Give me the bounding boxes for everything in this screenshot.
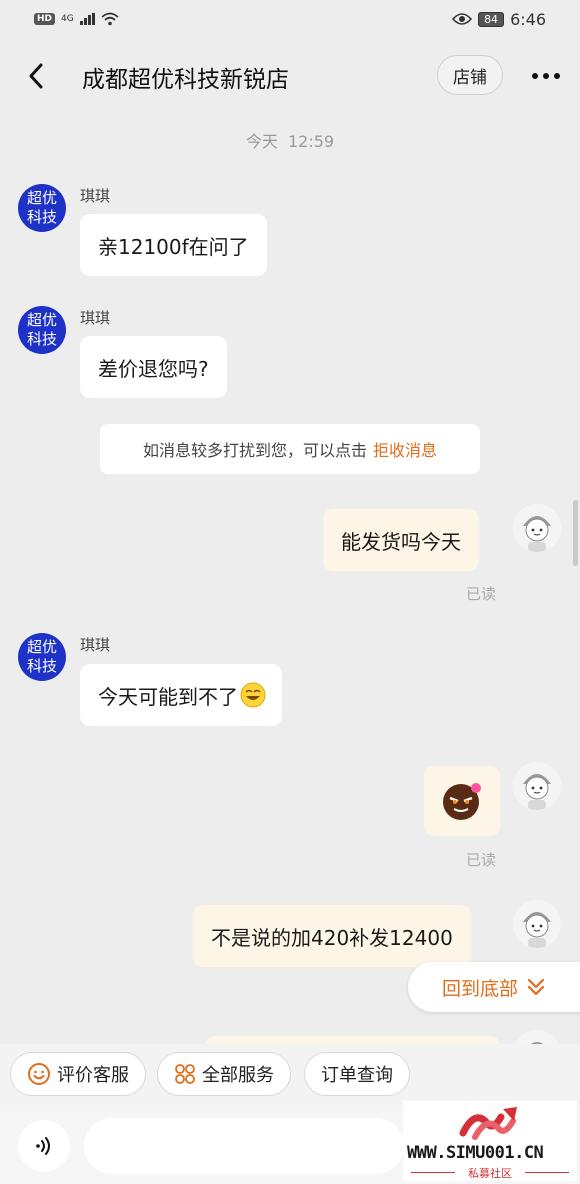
sender-name: 琪琪 — [80, 636, 111, 654]
laughing-emoji-icon — [240, 682, 266, 708]
back-button[interactable] — [20, 60, 52, 92]
shop-avatar[interactable]: 超优 科技 — [18, 184, 66, 232]
double-chevron-down-icon — [527, 978, 545, 996]
status-right: 84 6:46 — [452, 10, 546, 29]
shop-avatar[interactable]: 超优 科技 — [18, 306, 66, 354]
page-title: 成都超优科技新锐店 — [82, 67, 289, 93]
sender-name: 琪琪 — [80, 187, 111, 205]
chat-header: 成都超优科技新锐店 店铺 — [0, 38, 580, 114]
order-lookup-button[interactable]: 订单查询 — [304, 1052, 410, 1096]
user-avatar[interactable] — [513, 504, 561, 552]
wifi-icon — [101, 12, 119, 26]
all-services-button[interactable]: 全部服务 — [157, 1052, 291, 1096]
hd-badge: HD — [34, 13, 56, 25]
status-bar: HD 4G 84 6:46 — [0, 0, 580, 38]
voice-input-button[interactable] — [18, 1120, 70, 1172]
voice-icon — [36, 1137, 50, 1155]
order-lookup-label: 订单查询 — [321, 1065, 393, 1086]
read-status: 已读 — [466, 585, 497, 603]
notice-text: 如消息较多打扰到您，可以点击 — [142, 441, 367, 460]
shop-button[interactable]: 店铺 — [437, 55, 503, 95]
user-avatar[interactable] — [513, 900, 561, 948]
message-bubble[interactable]: 今天可能到不了 — [80, 664, 282, 726]
more-options-icon[interactable] — [526, 62, 566, 90]
chevron-left-icon — [29, 63, 43, 89]
back-to-bottom-button[interactable]: 回到底部 — [408, 962, 580, 1012]
my-message-bubble[interactable] — [205, 1036, 500, 1044]
chat-timestamp: 今天 12:59 — [0, 128, 580, 152]
sender-name: 琪琪 — [80, 309, 111, 327]
watermark-url: WWW.SIMU001.CN — [407, 1143, 544, 1163]
user-avatar[interactable] — [513, 1030, 561, 1044]
eye-icon — [452, 13, 473, 25]
quick-action-bar: 评价客服 全部服务 订单查询 — [0, 1044, 580, 1106]
smiley-icon — [28, 1063, 50, 1085]
all-services-label: 全部服务 — [202, 1065, 274, 1086]
message-text: 今天可能到不了 — [98, 684, 238, 709]
read-status: 已读 — [466, 851, 497, 869]
grid-icon — [175, 1064, 195, 1084]
back-to-bottom-label: 回到底部 — [442, 977, 519, 1000]
timestamp-time: 12:59 — [287, 132, 335, 151]
reject-messages-link[interactable]: 拒收消息 — [373, 437, 437, 461]
my-message-bubble[interactable]: 能发货吗今天 — [323, 509, 479, 571]
status-time: 6:46 — [510, 9, 546, 29]
watermark: WWW.SIMU001.CN 私募社区 — [403, 1101, 577, 1181]
sticker-emoji-icon — [443, 783, 481, 820]
message-bubble[interactable]: 差价退您吗? — [80, 336, 227, 398]
timestamp-date: 今天 — [245, 132, 278, 151]
signal-icon — [79, 13, 95, 25]
battery-icon: 84 — [478, 11, 505, 27]
network-label: 4G — [61, 13, 74, 24]
watermark-subtitle: 私募社区 — [468, 1167, 512, 1180]
my-message-bubble[interactable]: 不是说的加420补发12400 — [193, 905, 471, 967]
scrollbar[interactable] — [573, 500, 578, 566]
sticker-bubble[interactable] — [424, 766, 500, 836]
rate-service-label: 评价客服 — [57, 1065, 129, 1086]
shop-avatar[interactable]: 超优 科技 — [18, 633, 66, 681]
message-bubble[interactable]: 亲12100f在问了 — [80, 214, 267, 276]
status-left: HD 4G — [34, 12, 119, 26]
message-input[interactable] — [84, 1118, 404, 1174]
notice-banner: 如消息较多打扰到您，可以点击 拒收消息 — [100, 424, 480, 474]
user-avatar[interactable] — [513, 762, 561, 810]
rate-service-button[interactable]: 评价客服 — [10, 1052, 146, 1096]
watermark-logo-icon — [459, 1107, 517, 1140]
chat-area[interactable]: 今天 12:59 超优 科技 琪琪 亲12100f在问了 超优 科技 琪琪 差价退… — [0, 114, 580, 1044]
